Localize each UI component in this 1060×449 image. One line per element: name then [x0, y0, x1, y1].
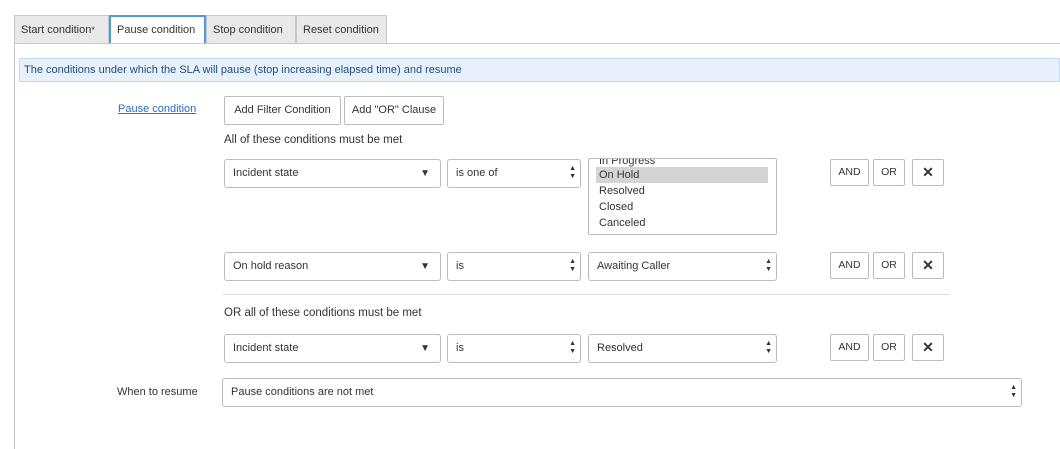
- tab-start-condition[interactable]: Start condition*: [14, 15, 109, 43]
- field-select[interactable]: On hold reason ▼: [224, 252, 441, 281]
- info-banner: The conditions under which the SLA will …: [19, 58, 1060, 82]
- operator-select[interactable]: is one of ▲ ▼: [447, 159, 581, 188]
- tab-divider: [14, 43, 1060, 44]
- add-filter-condition-button[interactable]: Add Filter Condition: [224, 96, 341, 125]
- and-button[interactable]: AND: [830, 334, 869, 361]
- chevron-down-icon: ▼: [420, 343, 430, 354]
- tab-stop-condition[interactable]: Stop condition: [206, 15, 296, 43]
- chevron-down-icon: ▼: [420, 261, 430, 272]
- operator-value: is: [456, 260, 464, 272]
- operator-value: is: [456, 342, 464, 354]
- remove-condition-button[interactable]: ✕: [912, 252, 944, 279]
- updown-arrows-icon: ▲ ▼: [765, 340, 772, 356]
- close-icon: ✕: [922, 164, 934, 180]
- tab-label: Stop condition: [213, 24, 283, 36]
- tab-label: Start condition: [21, 24, 92, 36]
- updown-arrows-icon: ▲ ▼: [1010, 384, 1017, 400]
- panel-border: [14, 43, 15, 449]
- and-button[interactable]: AND: [830, 159, 869, 186]
- field-value: Incident state: [233, 342, 299, 354]
- listbox-option-selected[interactable]: On Hold: [596, 167, 768, 183]
- listbox-option[interactable]: Resolved: [589, 183, 776, 199]
- operator-select[interactable]: is ▲ ▼: [447, 334, 581, 363]
- updown-arrows-icon: ▲ ▼: [569, 340, 576, 356]
- or-group-divider: [223, 294, 950, 295]
- field-select[interactable]: Incident state ▼: [224, 159, 441, 188]
- field-value: On hold reason: [233, 260, 309, 272]
- close-icon: ✕: [922, 257, 934, 273]
- resume-value: Pause conditions are not met: [231, 386, 374, 398]
- group-heading-all: All of these conditions must be met: [224, 134, 403, 146]
- field-value: Incident state: [233, 167, 299, 179]
- listbox-option[interactable]: In Progress: [589, 159, 776, 167]
- when-to-resume-select[interactable]: Pause conditions are not met ▲ ▼: [222, 378, 1022, 407]
- updown-arrows-icon: ▲ ▼: [569, 258, 576, 274]
- value-select[interactable]: Awaiting Caller ▲ ▼: [588, 252, 777, 281]
- close-icon: ✕: [922, 339, 934, 355]
- tab-pause-condition[interactable]: Pause condition: [109, 15, 206, 44]
- add-or-clause-button[interactable]: Add "OR" Clause: [344, 96, 444, 125]
- or-button[interactable]: OR: [873, 159, 905, 186]
- remove-condition-button[interactable]: ✕: [912, 159, 944, 186]
- updown-arrows-icon: ▲ ▼: [765, 258, 772, 274]
- or-button[interactable]: OR: [873, 252, 905, 279]
- field-select[interactable]: Incident state ▼: [224, 334, 441, 363]
- listbox-option[interactable]: Canceled: [589, 215, 776, 231]
- value-multiselect[interactable]: In Progress On Hold Resolved Closed Canc…: [588, 158, 777, 235]
- operator-value: is one of: [456, 167, 498, 179]
- when-to-resume-label: When to resume: [117, 386, 198, 398]
- and-button[interactable]: AND: [830, 252, 869, 279]
- or-button[interactable]: OR: [873, 334, 905, 361]
- chevron-down-icon: ▼: [420, 168, 430, 179]
- value-text: Resolved: [597, 342, 643, 354]
- listbox-option[interactable]: Closed: [589, 199, 776, 215]
- pause-condition-link[interactable]: Pause condition: [118, 103, 196, 115]
- tab-reset-condition[interactable]: Reset condition: [296, 15, 387, 43]
- tab-label: Pause condition: [117, 24, 196, 36]
- required-mark: *: [91, 25, 95, 35]
- remove-condition-button[interactable]: ✕: [912, 334, 944, 361]
- group-heading-or: OR all of these conditions must be met: [224, 307, 422, 319]
- value-text: Awaiting Caller: [597, 260, 671, 272]
- operator-select[interactable]: is ▲ ▼: [447, 252, 581, 281]
- tab-label: Reset condition: [303, 24, 379, 36]
- updown-arrows-icon: ▲ ▼: [569, 165, 576, 181]
- value-select[interactable]: Resolved ▲ ▼: [588, 334, 777, 363]
